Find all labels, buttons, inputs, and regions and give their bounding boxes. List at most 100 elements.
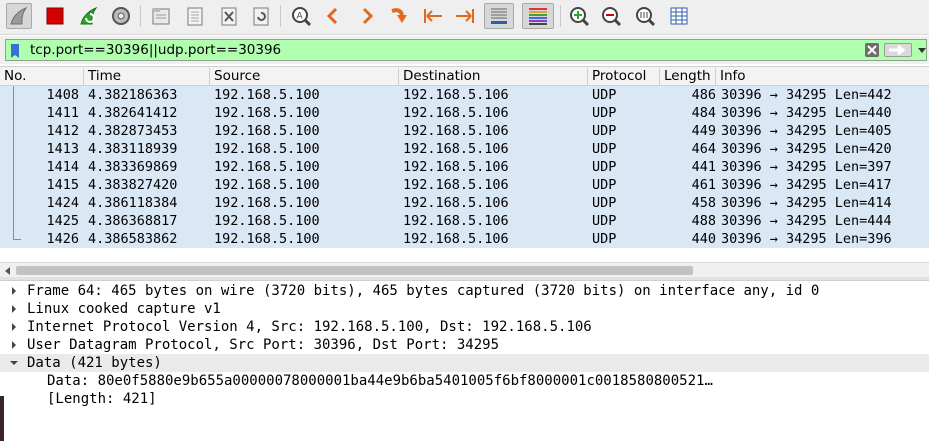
filter-history-chevron-down-icon[interactable] [918,48,926,53]
packet-time: 4.383369869 [88,159,178,175]
display-filter-input[interactable]: tcp.port==30396||udp.port==30396 [5,39,927,61]
toolbar-separator [560,5,561,27]
column-header-info[interactable]: Info [716,68,929,85]
conversation-bracket-end [13,239,21,240]
packet-time: 4.386118384 [88,195,178,211]
detail-item-ipv4[interactable]: Internet Protocol Version 4, Src: 192.16… [0,318,929,336]
packet-source: 192.168.5.100 [214,87,320,103]
detail-item-frame[interactable]: Frame 64: 465 bytes on wire (3720 bits),… [0,282,929,300]
packet-protocol: UDP [592,231,617,247]
open-file-icon[interactable] [148,3,174,29]
column-header-time[interactable]: Time [84,68,210,85]
detail-item-udp[interactable]: User Datagram Protocol, Src Port: 30396,… [0,336,929,354]
packet-protocol: UDP [592,141,617,157]
packet-protocol: UDP [592,159,617,175]
expand-arrow-icon[interactable] [12,323,16,331]
expand-arrow-icon[interactable] [12,305,16,313]
scroll-left-arrow-icon[interactable] [5,267,10,275]
reload-file-icon[interactable] [248,3,274,29]
packet-row[interactable]: 1408 4.382186363 192.168.5.100 192.168.5… [0,86,929,104]
detail-item-label: Internet Protocol Version 4, Src: 192.16… [27,319,592,335]
column-header-no[interactable]: No. [0,68,84,85]
column-header-destination[interactable]: Destination [399,68,588,85]
packet-list-horizontal-scrollbar[interactable] [0,262,929,278]
packet-no: 1413 [46,141,79,157]
detail-item-data[interactable]: Data (421 bytes) [0,354,929,372]
capture-options-icon[interactable] [108,3,134,29]
column-header-length[interactable]: Length [660,68,716,85]
autoscroll-icon[interactable] [484,3,514,29]
go-last-icon[interactable] [452,3,478,29]
packet-length: 458 [691,195,716,211]
expand-arrow-icon[interactable] [12,341,16,349]
packet-source: 192.168.5.100 [214,231,320,247]
go-forward-icon[interactable] [354,3,380,29]
detail-item-label: Data: 80e0f5880e9b655a00000078000001ba44… [47,373,713,389]
detail-item-data-payload[interactable]: Data: 80e0f5880e9b655a00000078000001ba44… [0,372,929,390]
find-packet-icon[interactable]: A [288,3,314,29]
packet-row[interactable]: 1412 4.382873453 192.168.5.100 192.168.5… [0,122,929,140]
packet-info: 30396 → 34295 Len=442 [721,87,892,103]
packet-no: 1411 [46,105,79,121]
packet-destination: 192.168.5.106 [403,87,509,103]
packet-protocol: UDP [592,87,617,103]
window-edge [0,396,4,441]
packet-row[interactable]: 1415 4.383827420 192.168.5.100 192.168.5… [0,176,929,194]
packet-length: 461 [691,177,716,193]
packet-info: 30396 → 34295 Len=440 [721,105,892,121]
packet-destination: 192.168.5.106 [403,123,509,139]
packet-destination: 192.168.5.106 [403,105,509,121]
detail-item-label: Frame 64: 465 bytes on wire (3720 bits),… [27,283,820,299]
packet-no: 1412 [46,123,79,139]
column-header-source[interactable]: Source [210,68,399,85]
packet-info: 30396 → 34295 Len=417 [721,177,892,193]
packet-no: 1424 [46,195,79,211]
detail-item-label: User Datagram Protocol, Src Port: 30396,… [27,337,500,353]
apply-filter-icon[interactable] [884,43,912,57]
packet-info: 30396 → 34295 Len=396 [721,231,892,247]
packet-row[interactable]: 1413 4.383118939 192.168.5.100 192.168.5… [0,140,929,158]
detail-item-data-length[interactable]: [Length: 421] [0,390,929,408]
packet-no: 1426 [46,231,79,247]
packet-info: 30396 → 34295 Len=420 [721,141,892,157]
restart-capture-icon[interactable] [76,3,102,29]
go-to-packet-icon[interactable] [386,3,412,29]
stop-capture-icon[interactable] [42,3,68,29]
packet-source: 192.168.5.100 [214,195,320,211]
normal-size-icon[interactable] [632,3,658,29]
packet-time: 4.383118939 [88,141,178,157]
shark-fin-start-icon[interactable] [6,3,32,29]
toolbar-separator [280,5,281,27]
go-back-icon[interactable] [320,3,346,29]
detail-item-linux-cooked[interactable]: Linux cooked capture v1 [0,300,929,318]
expand-arrow-icon[interactable] [12,287,16,295]
column-header-protocol[interactable]: Protocol [588,68,660,85]
scrollbar-thumb[interactable] [16,266,693,275]
zoom-in-icon[interactable] [566,3,592,29]
packet-length: 441 [691,159,716,175]
bookmark-icon[interactable] [10,43,20,62]
clear-filter-icon[interactable] [865,43,879,57]
packet-row[interactable]: 1425 4.386368817 192.168.5.100 192.168.5… [0,212,929,230]
collapse-arrow-icon[interactable] [10,361,18,365]
close-file-icon[interactable] [216,3,242,29]
resize-columns-icon[interactable] [666,3,692,29]
detail-item-label: [Length: 421] [47,391,157,407]
packet-no: 1415 [46,177,79,193]
zoom-out-icon[interactable] [598,3,624,29]
filter-expression[interactable]: tcp.port==30396||udp.port==30396 [30,42,281,58]
packet-protocol: UDP [592,213,617,229]
colorize-icon[interactable] [522,3,554,29]
packet-length: 440 [691,231,716,247]
save-file-icon[interactable] [182,3,208,29]
packet-row[interactable]: 1411 4.382641412 192.168.5.100 192.168.5… [0,104,929,122]
packet-length: 484 [691,105,716,121]
packet-protocol: UDP [592,177,617,193]
packet-destination: 192.168.5.106 [403,231,509,247]
packet-row[interactable]: 1414 4.383369869 192.168.5.100 192.168.5… [0,158,929,176]
packet-destination: 192.168.5.106 [403,159,509,175]
go-first-icon[interactable] [420,3,446,29]
packet-row[interactable]: 1424 4.386118384 192.168.5.100 192.168.5… [0,194,929,212]
packet-row[interactable]: 1426 4.386583862 192.168.5.100 192.168.5… [0,230,929,248]
packet-destination: 192.168.5.106 [403,195,509,211]
